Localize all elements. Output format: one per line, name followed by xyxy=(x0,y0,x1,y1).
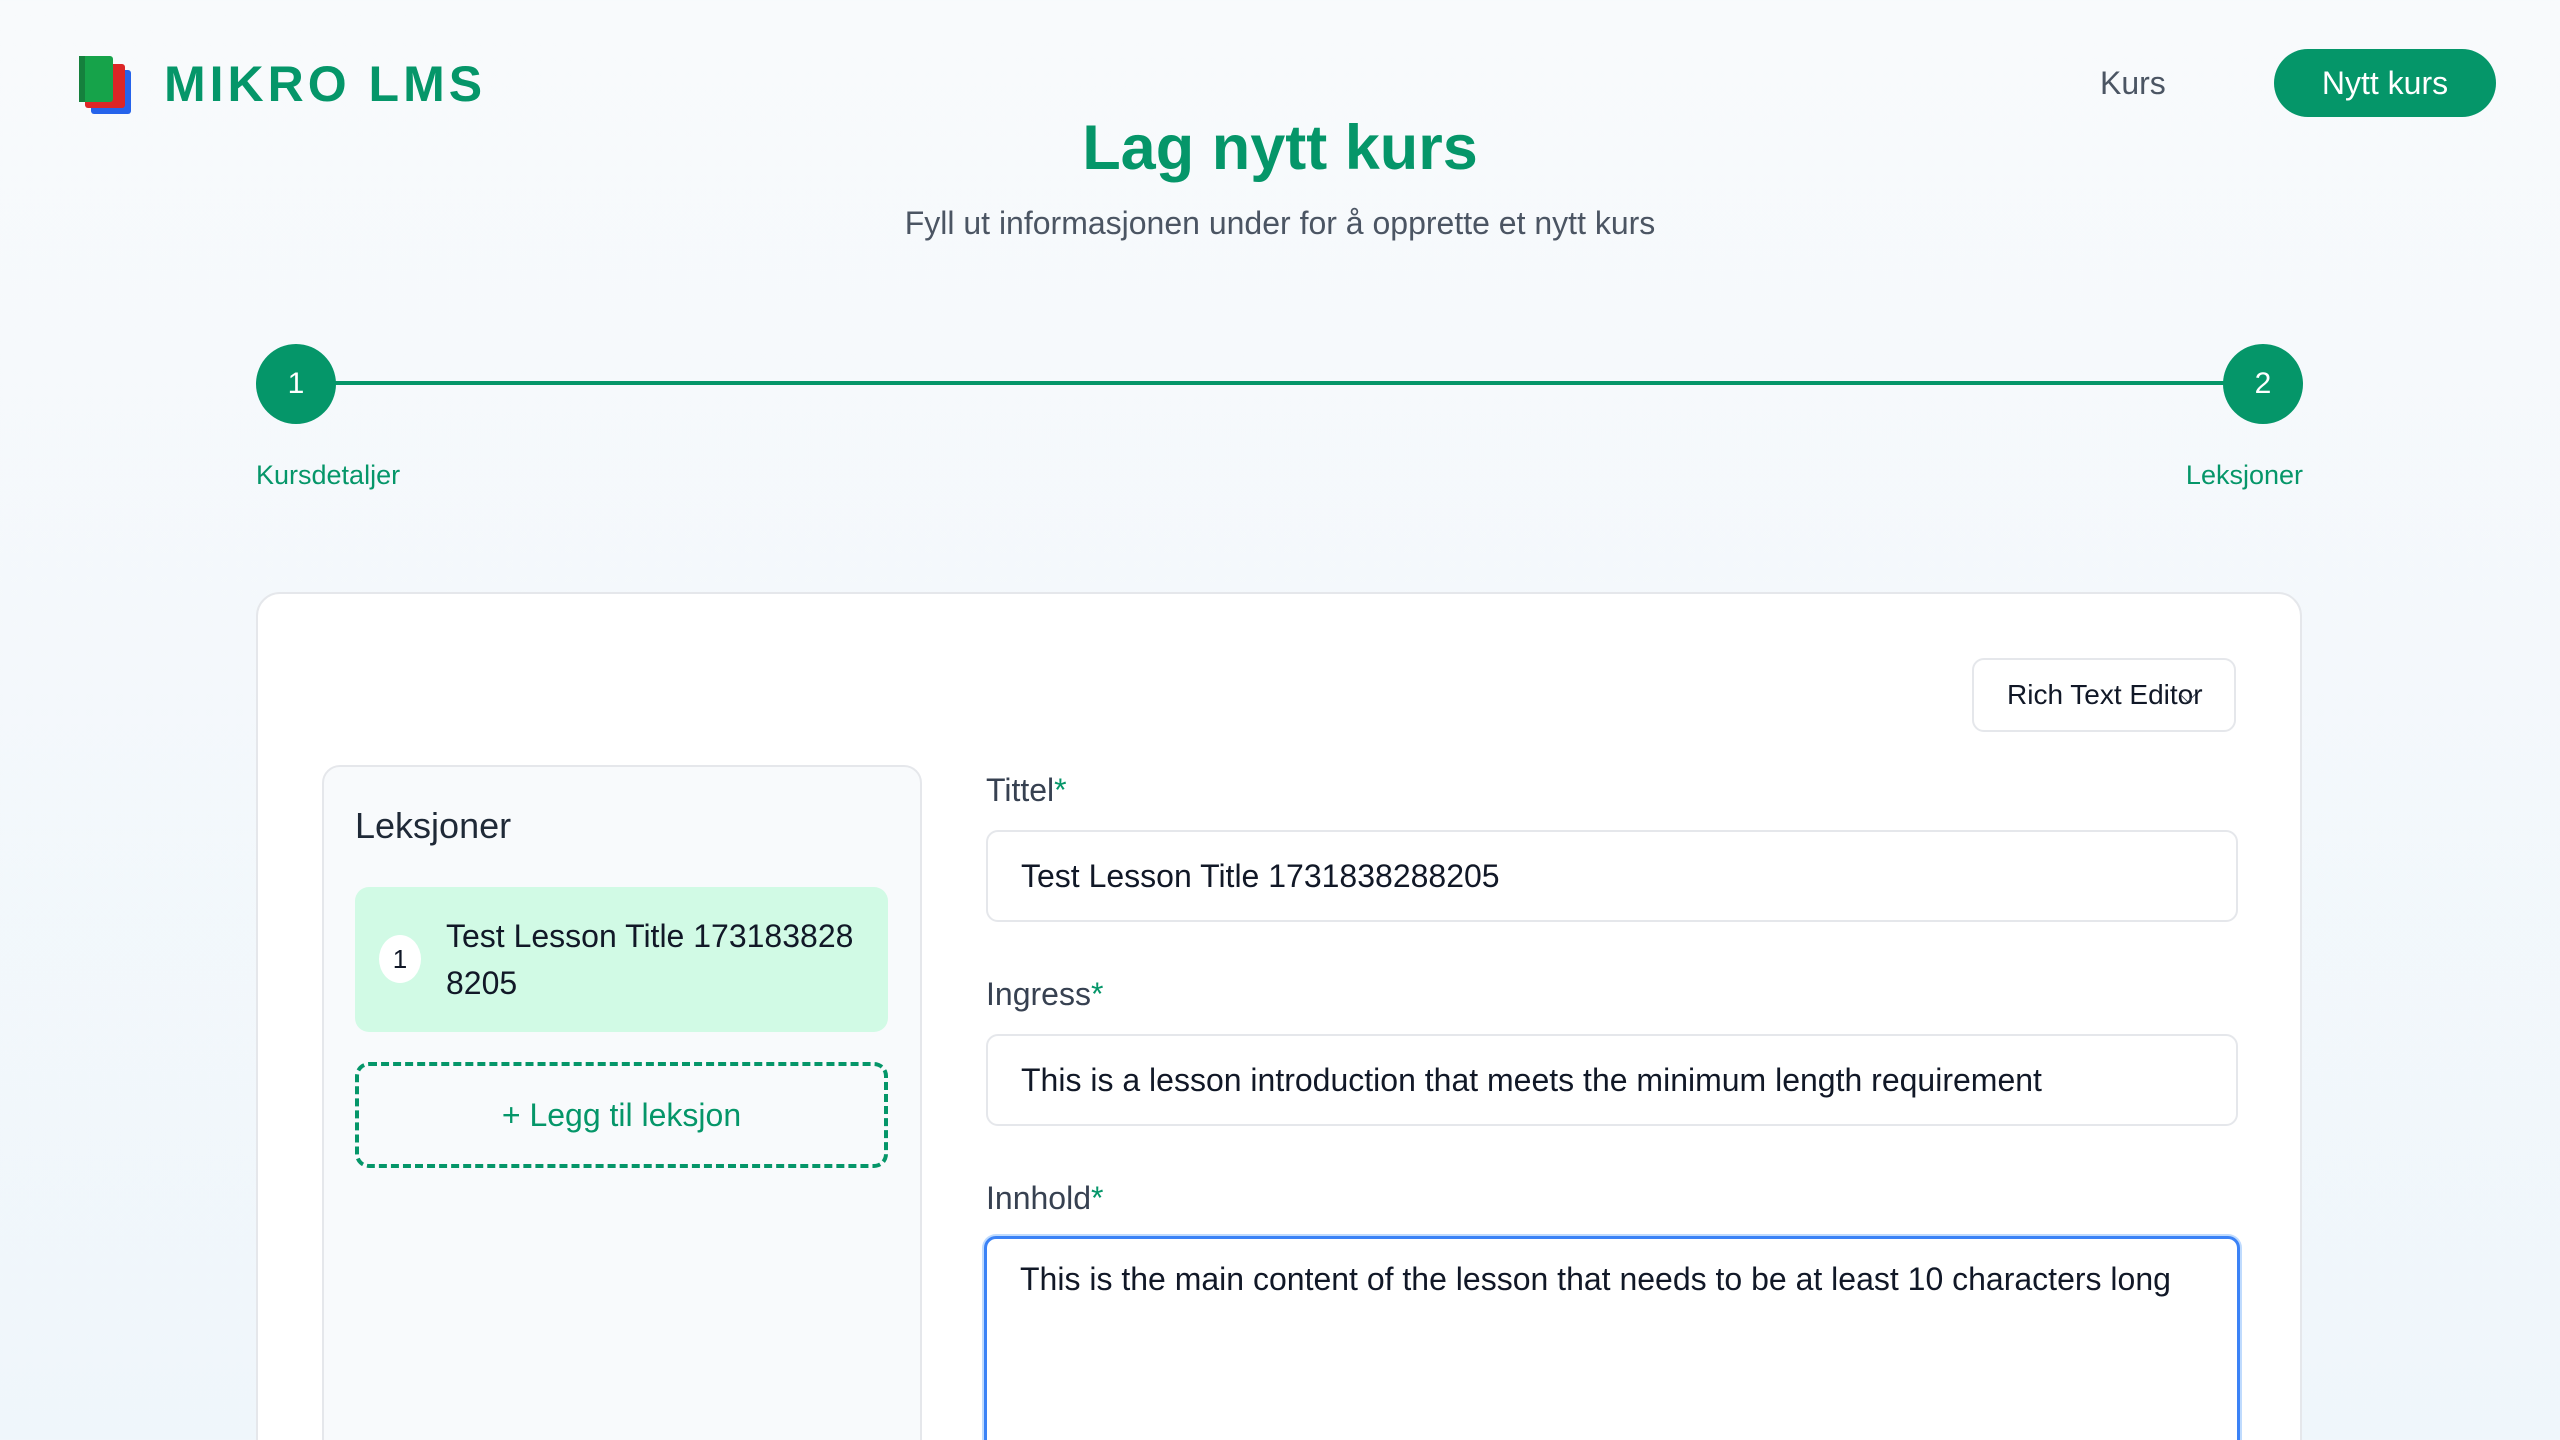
step-1-circle[interactable]: 1 xyxy=(256,344,336,424)
required-mark: * xyxy=(1090,1180,1104,1216)
title-label-text: Tittel xyxy=(986,772,1055,808)
nav-link-courses[interactable]: Kurs xyxy=(2100,65,2166,102)
step-2-circle[interactable]: 2 xyxy=(2223,344,2303,424)
ingress-input[interactable] xyxy=(986,1034,2238,1126)
title-input[interactable] xyxy=(986,830,2238,922)
lesson-number-badge: 1 xyxy=(379,935,421,983)
required-mark: * xyxy=(1090,976,1104,1012)
logo[interactable]: MIKRO LMS xyxy=(73,52,486,116)
page-title: Lag nytt kurs xyxy=(1082,113,1478,183)
lesson-item[interactable]: 1 Test Lesson Title 1731838288205 xyxy=(355,887,888,1032)
brand-name: MIKRO LMS xyxy=(164,56,487,112)
add-lesson-button[interactable]: + Legg til leksjon xyxy=(355,1062,888,1168)
editor-mode-select[interactable]: Rich Text Editor ⌵ xyxy=(1972,658,2236,732)
step-1-label: Kursdetaljer xyxy=(256,460,401,490)
lesson-item-title: Test Lesson Title 1731838288205 xyxy=(446,918,854,1001)
editor-mode-value: Rich Text Editor xyxy=(2007,679,2203,710)
ingress-label: Ingress* xyxy=(986,976,1103,1013)
content-label: Innhold* xyxy=(986,1180,1103,1217)
content-label-text: Innhold xyxy=(986,1180,1091,1216)
books-icon xyxy=(73,52,139,116)
stepper-progress-line xyxy=(296,381,2266,385)
page-subtitle: Fyll ut informasjonen under for å oppret… xyxy=(904,205,1656,241)
required-mark: * xyxy=(1054,772,1067,808)
step-2-label: Leksjoner xyxy=(2185,460,2303,490)
content-textarea[interactable]: This is the main content of the lesson t… xyxy=(984,1236,2240,1440)
title-label: Tittel* xyxy=(986,772,1067,809)
ingress-label-text: Ingress xyxy=(986,976,1091,1012)
chevron-down-icon: ⌵ xyxy=(2179,682,2196,707)
new-course-button[interactable]: Nytt kurs xyxy=(2274,49,2496,117)
lessons-sidebar-title: Leksjoner xyxy=(355,805,512,846)
